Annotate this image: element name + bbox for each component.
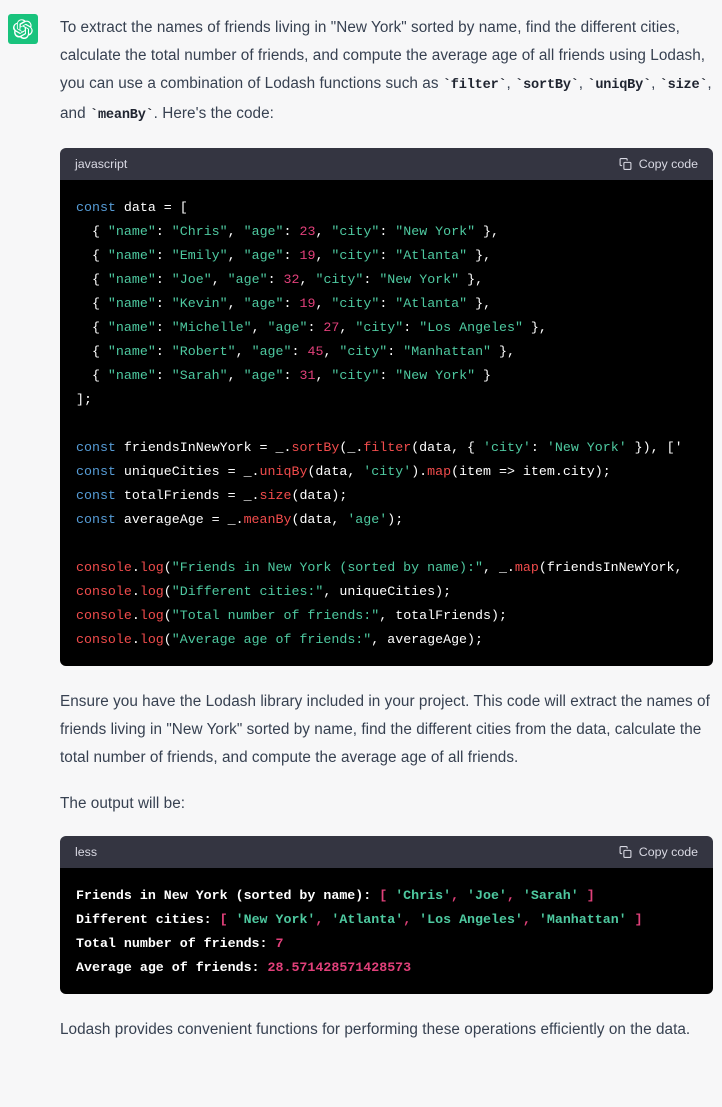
output-intro-paragraph: The output will be:: [60, 795, 186, 812]
inline-code-meanby: `meanBy`: [89, 108, 154, 123]
code-block-header: javascript Copy code: [60, 148, 713, 180]
copy-output-label: Copy code: [638, 845, 698, 859]
inline-code-filter: `filter`: [442, 78, 507, 93]
code-content-output[interactable]: Friends in New York (sorted by name): [ …: [60, 884, 713, 980]
clipboard-icon: [619, 845, 632, 859]
output-block-body: Friends in New York (sorted by name): [ …: [60, 868, 713, 994]
code-block-javascript: javascript Copy code const data = [ { "n…: [60, 148, 713, 666]
intro-sep-3: ,: [651, 75, 660, 92]
closing-paragraph: Lodash provides convenient functions for…: [60, 1021, 691, 1038]
code-block-body: const data = [ { "name": "Chris", "age":…: [60, 180, 713, 666]
intro-paragraph: To extract the names of friends living i…: [60, 14, 722, 130]
code-content-javascript[interactable]: const data = [ { "name": "Chris", "age":…: [60, 196, 713, 652]
intro-text-end: . Here's the code:: [153, 105, 274, 122]
after-code-paragraph: Ensure you have the Lodash library inclu…: [60, 693, 710, 766]
openai-logo-icon: [13, 19, 33, 39]
copy-output-button[interactable]: Copy code: [619, 845, 698, 859]
message-content: To extract the names of friends living i…: [60, 8, 722, 1062]
intro-sep-1: ,: [506, 75, 516, 92]
assistant-message: To extract the names of friends living i…: [0, 0, 722, 1062]
copy-code-label: Copy code: [638, 157, 698, 171]
clipboard-icon: [619, 157, 632, 171]
code-block-output: less Copy code Friends in New York (sort…: [60, 836, 713, 994]
code-language-label: javascript: [75, 157, 128, 171]
inline-code-uniqby: `uniqBy`: [587, 78, 652, 93]
inline-code-sortby: `sortBy`: [515, 78, 579, 93]
copy-code-button[interactable]: Copy code: [619, 157, 698, 171]
avatar: [8, 14, 38, 44]
output-block-header: less Copy code: [60, 836, 713, 868]
inline-code-size: `size`: [659, 78, 708, 93]
output-language-label: less: [75, 845, 98, 859]
